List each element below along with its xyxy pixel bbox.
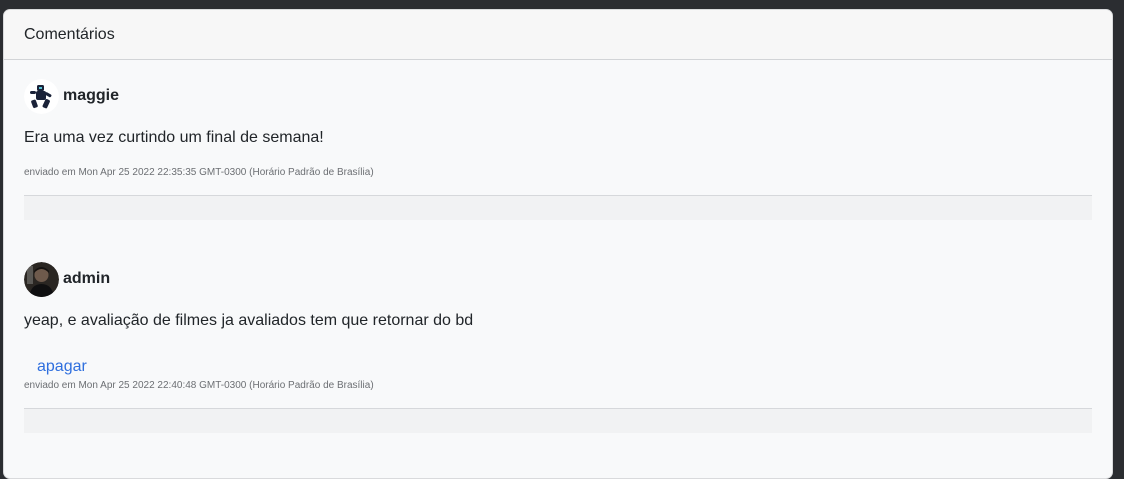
comment-username: admin <box>63 270 111 287</box>
card-header: Comentários <box>4 10 1112 60</box>
person-photo-avatar <box>24 261 59 297</box>
comment-text: yeap, e avaliação de filmes ja avaliados… <box>24 312 474 329</box>
comment-header: admin <box>24 261 1092 297</box>
comments-card: Comentários maggie Era uma vez curtindo … <box>3 9 1113 479</box>
comment-timestamp: enviado em Mon Apr 25 2022 22:35:35 GMT-… <box>24 167 374 178</box>
delete-comment-link[interactable]: apagar <box>37 358 87 376</box>
comment-timestamp: enviado em Mon Apr 25 2022 22:40:48 GMT-… <box>24 380 374 391</box>
comment-username: maggie <box>63 87 120 104</box>
robot-avatar-icon <box>24 78 59 114</box>
comment-item: maggie Era uma vez curtindo um final de … <box>4 78 1112 220</box>
comment-footer-bar <box>24 408 1092 433</box>
card-title: Comentários <box>24 25 115 43</box>
comment-header: maggie <box>24 78 1092 114</box>
comment-item: admin yeap, e avaliação de filmes ja ava… <box>4 261 1112 433</box>
comment-footer-bar <box>24 195 1092 220</box>
comment-text: Era uma vez curtindo um final de semana! <box>24 129 324 146</box>
